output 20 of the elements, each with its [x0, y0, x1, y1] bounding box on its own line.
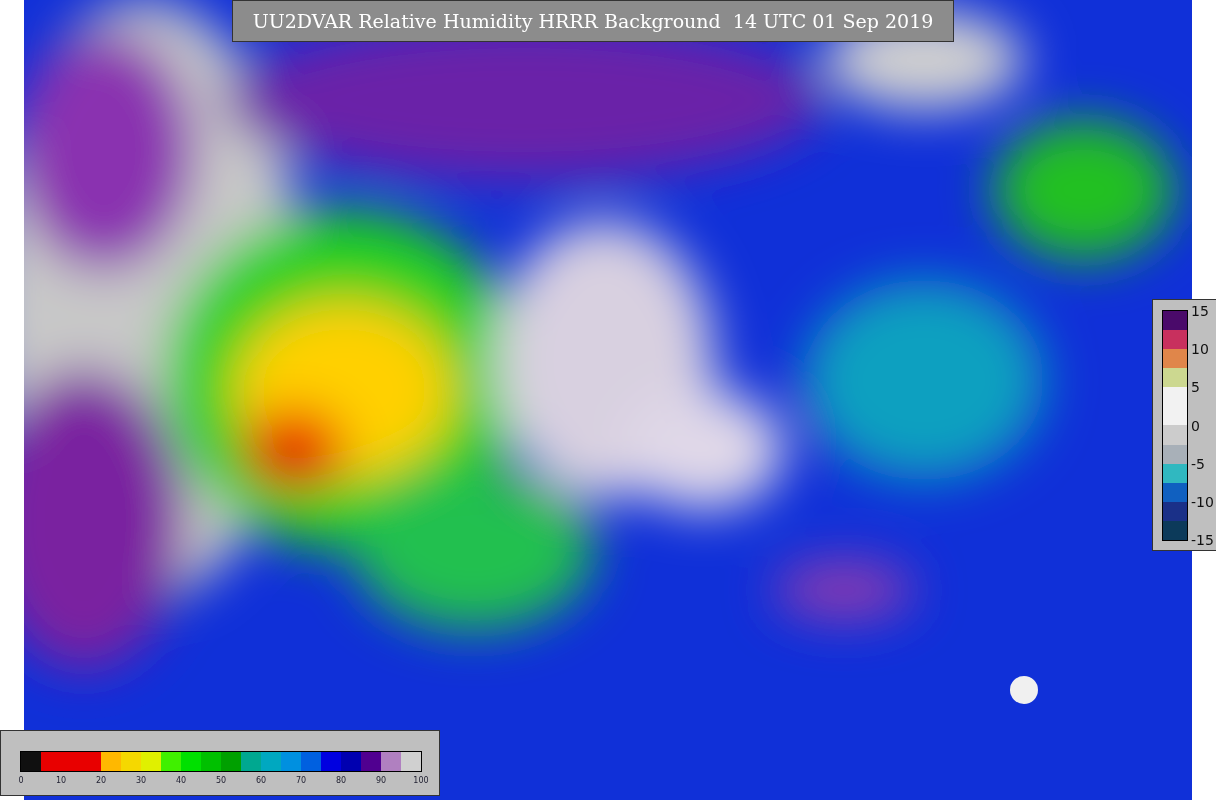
tick-label: 0	[18, 776, 24, 785]
tick-label: 70	[295, 776, 307, 785]
tick-label: 60	[255, 776, 267, 785]
tick-label: 40	[175, 776, 187, 785]
tick-label: 10	[55, 776, 67, 785]
tick-label: 5	[1191, 379, 1200, 396]
tick-label: 15	[1191, 303, 1209, 319]
tick-label: -10	[1191, 493, 1214, 510]
tick-label: -15	[1191, 532, 1214, 548]
tick-label: 20	[95, 776, 107, 785]
tick-label: 50	[215, 776, 227, 785]
tick-label: -5	[1191, 455, 1205, 472]
hurricane-eye-drawing	[1010, 676, 1038, 704]
tick-label: 30	[135, 776, 147, 785]
tick-label: 80	[335, 776, 347, 785]
map-title: UU2DVAR Relative Humidity HRRR Background 14 UTC 01 Sep 2019	[232, 0, 954, 42]
tick-label: 90	[375, 776, 387, 785]
tick-label: 100	[413, 776, 429, 785]
tick-label: 10	[1191, 341, 1209, 358]
tick-label: 0	[1191, 417, 1200, 434]
